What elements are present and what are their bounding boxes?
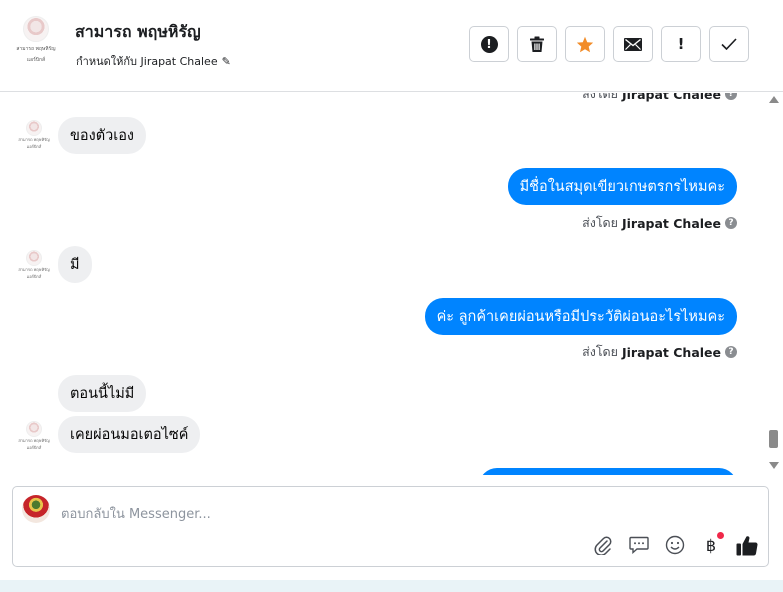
thread-scrollbar[interactable] (767, 93, 781, 475)
sender-avatar-caption-1: สามารถ พฤษหิรัญ (18, 438, 50, 443)
sent-by-name: Jirapat Chalee (622, 215, 721, 231)
notification-dot (717, 532, 724, 539)
sender-avatar[interactable]: สามารถ พฤษหิรัญ แอร์บิกส์ (18, 120, 50, 150)
incoming-message[interactable]: เคยผ่อนมอเตอไซค์ (58, 416, 201, 453)
outgoing-message-partial[interactable] (479, 468, 737, 475)
incoming-message[interactable]: ตอนนี้ไม่มี (58, 375, 147, 412)
pencil-icon[interactable]: ✎ (222, 55, 231, 68)
scroll-up-arrow-icon[interactable] (769, 96, 779, 103)
star-icon (576, 36, 594, 52)
mark-unread-button[interactable] (613, 26, 653, 62)
exclamation-icon: ! (677, 35, 685, 53)
sent-by-prefix: ส่งโดย (582, 344, 618, 359)
info-icon[interactable]: ? (725, 93, 737, 100)
incoming-message[interactable]: มี (58, 246, 92, 283)
conversation-header: สามารถ พฤษหิรัญ แอร์บิกส์ สามารถ พฤษหิรั… (0, 0, 783, 92)
sent-by-label: ส่งโดย Jirapat Chalee ? (582, 342, 737, 362)
check-icon (721, 38, 737, 50)
smiley-icon (665, 535, 685, 555)
sent-by-prefix: ส่งโดย (582, 93, 618, 101)
saved-replies-button[interactable] (628, 534, 650, 556)
like-button[interactable] (736, 534, 758, 556)
page-avatar (22, 495, 50, 523)
emoji-button[interactable] (664, 534, 686, 556)
scrollbar-thumb[interactable] (769, 430, 778, 448)
sent-by-name: Jirapat Chalee (622, 344, 721, 360)
sender-avatar[interactable]: สามารถ พฤษหิรัญ แอร์บิกส์ (18, 421, 50, 451)
sender-avatar-image (26, 250, 42, 266)
contact-name[interactable]: สามารถ พฤษหิรัญ (75, 20, 201, 45)
info-icon[interactable]: ? (725, 346, 737, 358)
paperclip-icon (594, 536, 612, 555)
mark-done-button[interactable] (709, 26, 749, 62)
payment-button[interactable]: ฿ (700, 532, 724, 556)
sender-avatar-caption-1: สามารถ พฤษหิรัญ (18, 267, 50, 272)
sender-avatar-caption-2: แอร์บิกส์ (26, 144, 42, 149)
attach-button[interactable] (592, 534, 614, 556)
contact-avatar-image (23, 16, 49, 42)
contact-avatar[interactable]: สามารถ พฤษหิรัญ แอร์บิกส์ (12, 16, 60, 66)
baht-icon: ฿ (705, 535, 717, 555)
sent-by-label: ส่งโดย Jirapat Chalee ? (582, 213, 737, 233)
envelope-icon (624, 37, 642, 51)
alert-circle-icon: ! (480, 35, 498, 53)
sender-avatar[interactable]: สามารถ พฤษหิรัญ แอร์บิกส์ (18, 250, 50, 280)
sent-by-name: Jirapat Chalee (622, 93, 721, 102)
sender-avatar-caption-1: สามารถ พฤษหิรัญ (18, 137, 50, 142)
outgoing-message[interactable]: มีชื่อในสมุดเขียวเกษตรกรไหมคะ (507, 168, 737, 205)
assignee-text: กำหนดให้กับ Jirapat Chalee (76, 55, 218, 68)
sender-avatar-caption-2: แอร์บิกส์ (26, 445, 42, 450)
chat-bubble-icon (629, 536, 649, 554)
bottom-strip (0, 580, 783, 592)
outgoing-message[interactable]: ค่ะ ลูกค้าเคยผ่อนหรือมีประวัติผ่อนอะไรไห… (424, 298, 737, 335)
composer-tools: ฿ (592, 532, 758, 556)
avatar-caption-line-1: สามารถ พฤษหิรัญ (16, 46, 56, 52)
sent-by-prefix: ส่งโดย (582, 215, 618, 230)
assignee-label[interactable]: กำหนดให้กับ Jirapat Chalee ✎ (76, 52, 231, 70)
avatar-caption-line-2: แอร์บิกส์ (26, 57, 46, 63)
header-actions: ! ! (469, 26, 749, 62)
incoming-message[interactable]: ของตัวเอง (58, 117, 147, 154)
reply-composer[interactable]: ตอบกลับใน Messenger... ฿ (12, 486, 769, 567)
sender-avatar-image (26, 120, 42, 136)
info-icon[interactable]: ? (725, 217, 737, 229)
thumbs-up-icon (736, 535, 758, 556)
sender-avatar-caption-2: แอร์บิกส์ (26, 274, 42, 279)
messenger-inbox-window: สามารถ พฤษหิรัญ แอร์บิกส์ สามารถ พฤษหิรั… (0, 0, 783, 592)
reply-input[interactable]: ตอบกลับใน Messenger... (61, 503, 211, 524)
mark-spam-button[interactable]: ! (469, 26, 509, 62)
sender-avatar-image (26, 421, 42, 437)
sent-by-label: ส่งโดย Jirapat Chalee ? (582, 93, 737, 104)
follow-up-button[interactable]: ! (661, 26, 701, 62)
message-thread[interactable]: ส่งโดย Jirapat Chalee ? สามารถ พฤษหิรัญ … (0, 93, 783, 475)
trash-icon (530, 36, 544, 52)
scroll-down-arrow-icon[interactable] (769, 462, 779, 469)
reply-composer-area: ตอบกลับใน Messenger... ฿ (0, 475, 783, 592)
star-button[interactable] (565, 26, 605, 62)
delete-button[interactable] (517, 26, 557, 62)
